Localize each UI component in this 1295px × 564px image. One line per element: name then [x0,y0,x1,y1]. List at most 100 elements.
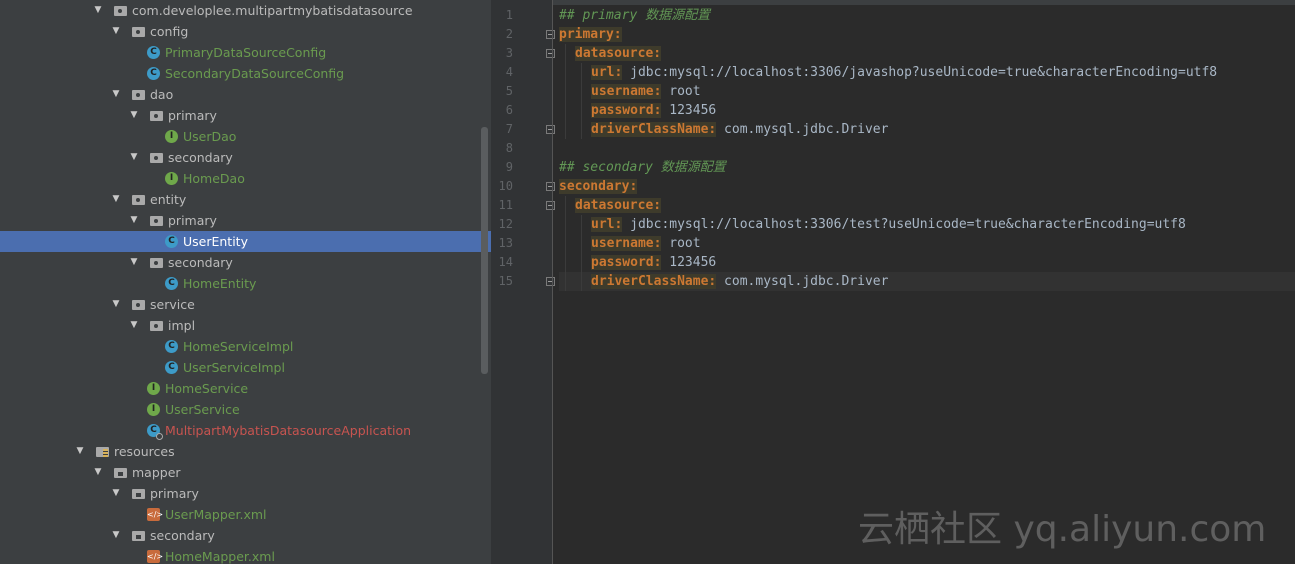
code-line[interactable]: datasource: [559,44,1295,63]
expand-arrow-icon[interactable]: ▼ [110,84,122,105]
tree-row-label: UserMapper.xml [165,507,267,522]
tree-row[interactable]: ▼ primary [0,105,491,126]
tree-row[interactable]: ▼ mapper [0,462,491,483]
expand-arrow-icon[interactable]: ▼ [128,210,140,231]
expand-arrow-icon[interactable]: ▼ [110,483,122,504]
package-icon [150,319,163,332]
code-line[interactable]: username: root [559,234,1295,253]
code-line[interactable]: ## secondary 数据源配置 [559,158,1295,177]
fold-marker-icon[interactable] [546,201,555,210]
class-icon: C [165,361,178,374]
tree-row-label: com.developlee.multipartmybatisdatasourc… [132,3,413,18]
expand-arrow-icon[interactable]: ▼ [110,189,122,210]
tree-row[interactable]: ▼ primary [0,210,491,231]
tree-row[interactable]: ▼ primary [0,483,491,504]
expand-arrow-icon[interactable]: ▼ [92,0,104,21]
tree-row-label: HomeDao [183,171,245,186]
xml-file-icon: </> [147,550,164,563]
tree-row[interactable]: ▼ impl [0,315,491,336]
code-line[interactable]: username: root [559,82,1295,101]
tree-row-label: HomeEntity [183,276,257,291]
fold-marker-icon[interactable] [546,49,555,58]
tree-row-label: primary [168,108,217,123]
class-icon: C [147,67,160,80]
tree-row[interactable]: ▼ com.developlee.multipartmybatisdatasour… [0,0,491,21]
tree-row[interactable]: </> UserMapper.xml [0,504,491,525]
code-line[interactable]: ## primary 数据源配置 [559,6,1295,25]
tree-row[interactable]: I UserService [0,399,491,420]
code-area[interactable]: ## primary 数据源配置 primary: datasource: url: … [559,0,1295,564]
fold-marker-icon[interactable] [546,30,555,39]
code-line[interactable]: primary: [559,25,1295,44]
interface-icon: I [165,172,178,185]
fold-marker-icon[interactable] [546,182,555,191]
expand-arrow-icon[interactable]: ▼ [128,147,140,168]
fold-marker-icon[interactable] [546,125,555,134]
line-number: 8 [505,141,513,155]
tree-row[interactable]: ▼ service [0,294,491,315]
tree-row[interactable]: C UserServiceImpl [0,357,491,378]
project-tree[interactable]: ▼ com.developlee.multipartmybatisdatasour… [0,0,491,564]
code-line[interactable]: driverClassName: com.mysql.jdbc.Driver [559,272,1295,291]
line-number: 12 [498,217,513,231]
interface-icon: I [147,382,160,395]
interface-icon: I [165,130,178,143]
yaml-value: 123456 [661,255,717,270]
line-number: 4 [505,65,513,79]
expand-arrow-icon[interactable]: ▼ [128,105,140,126]
yaml-key: password: [591,255,662,270]
tree-row[interactable]: </> HomeMapper.xml [0,546,491,564]
code-editor[interactable]: 1 2 3 4 5 6 7 8 9 10 11 12 13 14 15 ## primary 数据源配置 pr… [491,0,1295,564]
tree-scrollbar[interactable] [481,127,488,374]
tree-row[interactable]: C UserEntity [0,231,491,252]
code-line[interactable]: driverClassName: com.mysql.jdbc.Driver [559,120,1295,139]
indent-guide [565,44,566,139]
tree-row[interactable]: C SecondaryDataSourceConfig [0,63,491,84]
tree-row[interactable]: ▼ resources [0,441,491,462]
code-line[interactable]: datasource: [559,196,1295,215]
tree-row[interactable]: ▼ dao [0,84,491,105]
code-line[interactable]: password: 123456 [559,101,1295,120]
tree-row[interactable]: I HomeService [0,378,491,399]
tree-row[interactable]: C HomeEntity [0,273,491,294]
tree-row-label: UserDao [183,129,237,144]
expand-arrow-icon[interactable]: ▼ [74,441,86,462]
class-icon: C [147,46,160,59]
code-line[interactable]: secondary: [559,177,1295,196]
code-line[interactable]: url: jdbc:mysql://localhost:3306/javasho… [559,63,1295,82]
tree-row[interactable]: C HomeServiceImpl [0,336,491,357]
expand-arrow-icon[interactable]: ▼ [110,21,122,42]
yaml-key: url: [591,65,623,80]
expand-arrow-icon[interactable]: ▼ [128,315,140,336]
yaml-key: primary: [559,27,622,42]
tree-row-label: mapper [132,465,181,480]
fold-marker-icon[interactable] [546,277,555,286]
code-line[interactable] [559,139,1295,158]
tree-row-label: UserEntity [183,234,248,249]
yaml-value: com.mysql.jdbc.Driver [716,122,889,137]
code-line[interactable]: url: jdbc:mysql://localhost:3306/test?us… [559,215,1295,234]
tree-row-label: dao [150,87,174,102]
indent-guide [581,215,582,291]
tree-row[interactable]: ▼ secondary [0,525,491,546]
tree-row[interactable]: I UserDao [0,126,491,147]
expand-arrow-icon[interactable]: ▼ [92,462,104,483]
tree-row[interactable]: ▼ secondary [0,147,491,168]
tree-row[interactable]: ▼ secondary [0,252,491,273]
expand-arrow-icon[interactable]: ▼ [110,525,122,546]
gutter-divider [552,0,553,564]
tree-row[interactable]: C PrimaryDataSourceConfig [0,42,491,63]
package-icon [150,256,163,269]
tree-row[interactable]: ▼ config [0,21,491,42]
code-line[interactable]: password: 123456 [559,253,1295,272]
package-icon [150,151,163,164]
tree-row[interactable]: ▼ entity [0,189,491,210]
interface-icon: I [147,403,160,416]
line-number: 11 [498,198,513,212]
tree-row[interactable]: C MultipartMybatisDatasourceApplication [0,420,491,441]
tree-row-label: secondary [150,528,215,543]
tree-row[interactable]: I HomeDao [0,168,491,189]
expand-arrow-icon[interactable]: ▼ [110,294,122,315]
expand-arrow-icon[interactable]: ▼ [128,252,140,273]
yaml-comment: ## secondary 数据源配置 [559,160,726,175]
